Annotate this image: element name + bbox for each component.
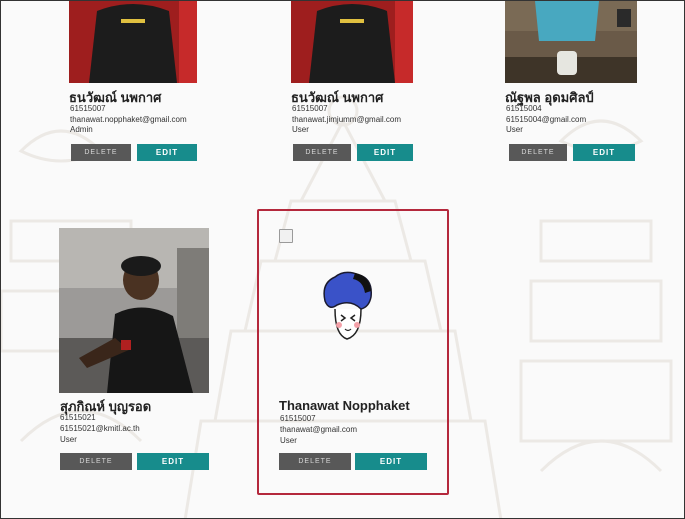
user-email: thanawat.jimjumm@gmail.com bbox=[292, 115, 402, 124]
user-email: thanawat.nopphaket@gmail.com bbox=[70, 115, 187, 124]
user-role: User bbox=[292, 125, 309, 134]
user-card: ณัฐพล อุดมศิลป์ 61515004 61515004@gmail.… bbox=[495, 1, 684, 171]
user-name: Thanawat Nopphaket bbox=[279, 398, 410, 413]
delete-button[interactable]: DELETE bbox=[60, 453, 132, 470]
person-photo-icon bbox=[291, 1, 413, 83]
edit-button[interactable]: EDIT bbox=[357, 144, 413, 161]
user-email: thanawat@gmail.com bbox=[280, 425, 358, 434]
user-photo bbox=[505, 1, 637, 83]
user-photo bbox=[291, 1, 413, 83]
user-role: User bbox=[506, 125, 523, 134]
user-id: 61515007 bbox=[292, 104, 328, 113]
select-checkbox[interactable] bbox=[279, 229, 293, 243]
user-card: สุภกิณห์ บุญรอด 61515021 61515021@kmitl.… bbox=[49, 221, 239, 481]
person-photo-icon bbox=[505, 1, 637, 83]
person-photo-icon bbox=[59, 228, 209, 393]
edit-button[interactable]: EDIT bbox=[137, 453, 209, 470]
user-id: 61515007 bbox=[70, 104, 106, 113]
delete-button[interactable]: DELETE bbox=[279, 453, 351, 470]
user-card-grid: ธนวัฒณ์ นพกาศ 61515007 thanawat.nopphake… bbox=[0, 0, 685, 519]
user-photo bbox=[59, 228, 209, 393]
user-email: 61515021@kmitl.ac.th bbox=[60, 424, 140, 433]
edit-button[interactable]: EDIT bbox=[573, 144, 635, 161]
delete-button[interactable]: DELETE bbox=[509, 144, 567, 161]
user-card-selected[interactable]: Thanawat Nopphaket 61515007 thanawat@gma… bbox=[257, 209, 449, 495]
user-id: 61515004 bbox=[506, 104, 542, 113]
user-role: User bbox=[60, 435, 77, 444]
avatar-cartoon-icon bbox=[323, 271, 372, 340]
user-id: 61515007 bbox=[280, 414, 316, 423]
edit-button[interactable]: EDIT bbox=[355, 453, 427, 470]
delete-button[interactable]: DELETE bbox=[71, 144, 131, 161]
delete-button[interactable]: DELETE bbox=[293, 144, 351, 161]
user-photo bbox=[69, 1, 197, 83]
user-role: Admin bbox=[70, 125, 93, 134]
user-email: 61515004@gmail.com bbox=[506, 115, 587, 124]
user-card: ธนวัฒณ์ นพกาศ 61515007 thanawat.jimjumm@… bbox=[281, 1, 471, 171]
person-photo-icon bbox=[69, 1, 197, 83]
user-role: User bbox=[280, 436, 297, 445]
edit-button[interactable]: EDIT bbox=[137, 144, 197, 161]
user-id: 61515021 bbox=[60, 413, 96, 422]
user-card: ธนวัฒณ์ นพกาศ 61515007 thanawat.nopphake… bbox=[59, 1, 249, 171]
